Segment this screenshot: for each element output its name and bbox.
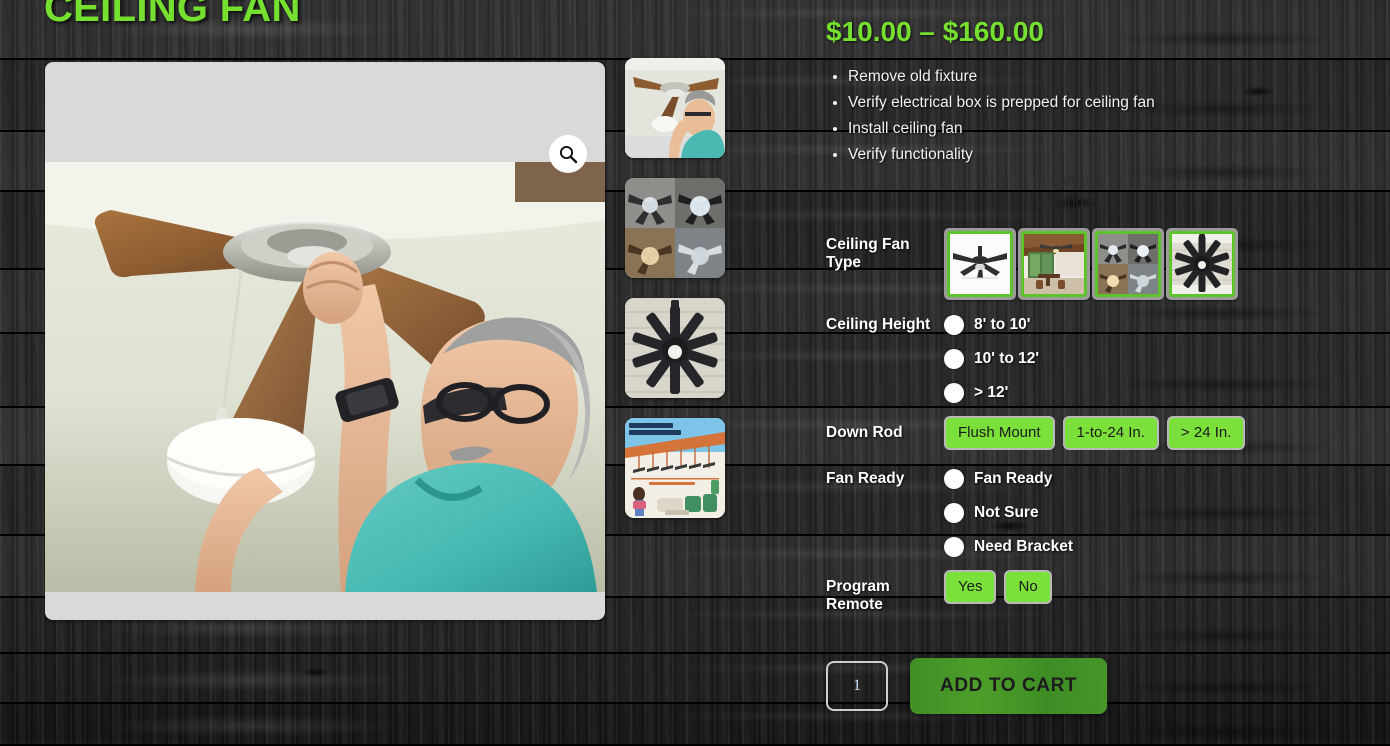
ceiling-fan-installation-illustration <box>45 162 605 592</box>
variation-label-fan-ready: Fan Ready <box>826 470 905 487</box>
radio-circle-icon <box>944 349 964 369</box>
swatch-group-ceiling-fan-type <box>944 228 1366 302</box>
radio-circle-icon <box>944 383 964 403</box>
add-to-cart-row: ADD TO CART <box>826 658 1108 714</box>
main-product-photo <box>45 162 605 592</box>
short-description-list: Remove old fixture Verify electrical box… <box>826 64 1346 168</box>
swatch-crystal-fans-image <box>1098 234 1158 294</box>
product-page: CEILING FAN $10.00 – $160.00 • Remove ol… <box>0 0 1390 741</box>
variation-label-ceiling-fan-type: Ceiling Fan Type <box>826 236 910 271</box>
thumb-downrod-guide-infographic <box>625 418 725 518</box>
thumbnail-2[interactable] <box>625 178 725 278</box>
swatch-fan-type-2[interactable] <box>1018 228 1090 300</box>
button-down-rod-flush-mount[interactable]: Flush Mount <box>944 416 1055 450</box>
variation-description: Exterior Ceiling Fan <box>1038 172 1114 210</box>
list-item: Verify functionality <box>848 142 1346 168</box>
thumb-crystal-fans-grid <box>625 178 725 278</box>
radio-circle-icon <box>944 315 964 335</box>
variation-label-ceiling-height: Ceiling Height <box>826 316 931 333</box>
radio-group-fan-ready: Fan Ready Not Sure Need Bracket <box>944 462 1366 564</box>
variation-row-program-remote: Program Remote Yes No <box>826 570 1366 614</box>
variation-row-ceiling-height: Ceiling Height 8' to 10' 10' to 12' > 12… <box>826 308 1366 410</box>
product-gallery <box>45 62 605 620</box>
list-item: Remove old fixture <box>848 64 1346 90</box>
quantity-input[interactable] <box>826 661 888 711</box>
radio-label: > 12' <box>974 384 1009 401</box>
radio-label: 8' to 10' <box>974 316 1031 333</box>
radio-option-fan-ready-1[interactable]: Fan Ready <box>944 462 1073 496</box>
product-summary: $10.00 – $160.00 Remove old fixture Veri… <box>826 0 1346 210</box>
radio-option-ceiling-height-3[interactable]: > 12' <box>944 376 1039 410</box>
thumb-install-image <box>625 58 725 158</box>
button-group-program-remote: Yes No <box>944 570 1366 610</box>
variation-row-ceiling-fan-type: Ceiling Fan Type <box>826 228 1366 302</box>
swatch-fan-type-4[interactable] <box>1166 228 1238 300</box>
variation-form: Ceiling Fan Type Ceiling Height 8' to 10… <box>826 228 1366 620</box>
radio-label: Not Sure <box>974 504 1039 521</box>
thumbnail-4[interactable] <box>625 418 725 518</box>
radio-circle-icon <box>944 469 964 489</box>
add-to-cart-button[interactable]: ADD TO CART <box>910 658 1108 714</box>
radio-group-ceiling-height: 8' to 10' 10' to 12' > 12' <box>944 308 1366 410</box>
page-title: CEILING FAN <box>44 0 301 30</box>
button-program-remote-no[interactable]: No <box>1004 570 1052 604</box>
magnifier-icon[interactable] <box>549 135 587 173</box>
radio-label: Need Bracket <box>974 538 1074 555</box>
swatch-patio-fan-image <box>1024 234 1084 294</box>
thumbnail-1[interactable] <box>625 58 725 158</box>
gallery-thumbnail-list <box>625 58 725 518</box>
variation-label-down-rod: Down Rod <box>826 424 903 441</box>
radio-option-ceiling-height-2[interactable]: 10' to 12' <box>944 342 1039 376</box>
radio-label: Fan Ready <box>974 470 1053 487</box>
variation-row-fan-ready: Fan Ready Fan Ready Not Sure Need Bracke… <box>826 462 1366 564</box>
variation-row-down-rod: Down Rod Flush Mount 1-to-24 In. > 24 In… <box>826 416 1366 456</box>
search-glyph <box>559 145 578 164</box>
radio-circle-icon <box>944 537 964 557</box>
list-item: Verify electrical box is prepped for cei… <box>848 90 1346 116</box>
button-program-remote-yes[interactable]: Yes <box>944 570 997 604</box>
radio-option-fan-ready-3[interactable]: Need Bracket <box>944 530 1073 564</box>
swatch-fan-type-1[interactable] <box>944 228 1016 300</box>
swatch-fan-type-3[interactable] <box>1092 228 1164 300</box>
thumbnail-3[interactable] <box>625 298 725 398</box>
swatch-windmill-fan-image <box>1172 234 1232 294</box>
radio-label: 10' to 12' <box>974 350 1040 367</box>
radio-circle-icon <box>944 503 964 523</box>
radio-option-ceiling-height-1[interactable]: 8' to 10' <box>944 308 1039 342</box>
thumb-windmill-fan <box>625 298 725 398</box>
main-product-image[interactable] <box>45 62 605 620</box>
radio-option-fan-ready-2[interactable]: Not Sure <box>944 496 1073 530</box>
button-down-rod-1-to-24[interactable]: 1-to-24 In. <box>1062 416 1159 450</box>
button-group-down-rod: Flush Mount 1-to-24 In. > 24 In. <box>944 416 1366 456</box>
variation-label-program-remote: Program Remote <box>826 578 890 613</box>
list-item: Install ceiling fan <box>848 116 1346 142</box>
product-price: $10.00 – $160.00 <box>826 16 1044 47</box>
button-down-rod-over-24[interactable]: > 24 In. <box>1166 416 1246 450</box>
swatch-standard-fan-image <box>950 234 1010 294</box>
